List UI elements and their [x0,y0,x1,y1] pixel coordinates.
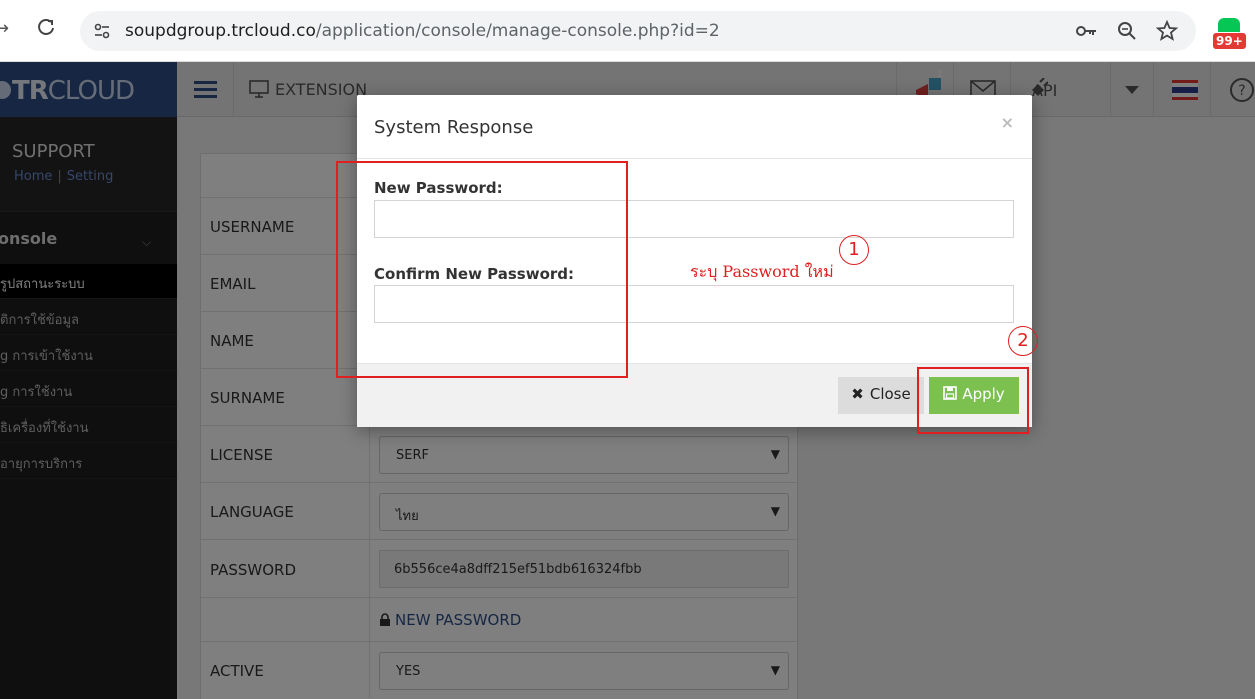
url-text[interactable]: soupdgroup.trcloud.co/application/consol… [125,21,720,41]
bookmark-star-icon[interactable] [1155,19,1179,42]
annotation-note: ระบุ Password ใหม่ [690,262,834,281]
forward-icon[interactable]: → [0,18,9,39]
reload-icon[interactable] [36,17,56,42]
modal-title: System Response [374,117,534,138]
extension-badge-count: 99+ [1212,32,1247,50]
modal-header: System Response × [357,95,1032,159]
url-host: soupdgroup.trcloud.co [125,21,316,41]
annotation-box-password-fields [336,161,628,378]
extension-icon[interactable]: 99+ [1210,14,1247,50]
key-icon[interactable] [1074,20,1096,42]
close-button[interactable]: ✖ Close [838,377,924,414]
browser-toolbar: → soupdgroup.trcloud.co/application/cons… [0,0,1255,62]
address-bar[interactable]: soupdgroup.trcloud.co/application/consol… [80,11,1196,51]
annotation-marker-1: 1 [839,235,869,265]
close-button-label: Close [869,385,911,403]
zoom-icon[interactable] [1116,20,1138,42]
url-path: /application/console/manage-console.php?… [315,21,720,41]
close-icon[interactable]: × [1001,113,1014,132]
annotation-box-apply [917,367,1029,434]
times-icon: ✖ [851,385,864,403]
site-settings-icon[interactable] [92,21,112,41]
annotation-marker-2: 2 [1008,326,1038,356]
